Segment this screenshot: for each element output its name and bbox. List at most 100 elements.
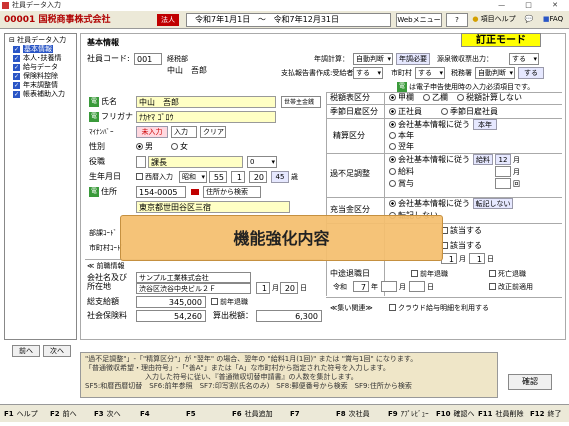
fkey-f12[interactable]: F12 終了 bbox=[530, 407, 562, 421]
help-icon[interactable]: ? bbox=[446, 13, 468, 27]
fkey-f6[interactable]: F6 社員追加 bbox=[232, 407, 273, 421]
fkey-f7[interactable]: F7 bbox=[290, 407, 303, 421]
faq-button[interactable]: ■FAQ bbox=[540, 13, 566, 27]
prev-retire-month[interactable]: 1 bbox=[256, 282, 270, 294]
postal-search-icon[interactable] bbox=[191, 189, 199, 195]
fkey-f4[interactable]: F4 bbox=[140, 407, 153, 421]
employee-code-status: 経税部 bbox=[167, 55, 188, 63]
birth-month-field[interactable]: 1 bbox=[231, 171, 245, 183]
social-ins-field[interactable]: 54,260 bbox=[136, 310, 206, 322]
mynumber-clear-button[interactable]: クリア bbox=[200, 126, 226, 138]
sidebar-next-button[interactable]: 次へ bbox=[43, 345, 71, 357]
sidebar-item-salary[interactable]: ✓ 給与データ bbox=[13, 63, 58, 72]
city-select[interactable]: する bbox=[415, 67, 445, 79]
tax-none-radio[interactable]: 税額計算しない bbox=[457, 92, 522, 104]
employee-code-field[interactable]: 001 bbox=[134, 53, 162, 65]
mynumber-input-button[interactable]: 入力 bbox=[171, 126, 197, 138]
shortfall-follow-radio[interactable]: 会社基本情報に従う bbox=[389, 154, 470, 166]
sidebar-item-forms[interactable]: ✓ 帳表補助入力 bbox=[13, 90, 65, 99]
prev-company-name-field[interactable]: サンプル工業株式会社 bbox=[136, 272, 251, 283]
birth-era-select[interactable]: 昭和 bbox=[179, 171, 207, 183]
top-toolbar: 00001 国税商事株式会社 法人 令和7年1月1日 ～ 令和7年12月31日 … bbox=[0, 11, 569, 29]
sidebar-prev-button[interactable]: 前へ bbox=[12, 345, 40, 357]
position-select[interactable]: 0 bbox=[247, 156, 277, 168]
birth-day-field[interactable]: 20 bbox=[249, 171, 267, 183]
sidebar-item-basic[interactable]: ✓ 基本情報 bbox=[13, 45, 53, 54]
retire-correction-checkbox[interactable]: 改正前適用 bbox=[489, 281, 533, 293]
tax-kou-radio[interactable]: 甲欄 bbox=[389, 92, 414, 104]
shortfall-pay-month[interactable] bbox=[495, 166, 511, 177]
sidebar-item-insurance[interactable]: ✓ 保険料控除 bbox=[13, 72, 58, 81]
date-day-field[interactable]: 1 bbox=[469, 253, 485, 264]
retire-year-unit: 年 bbox=[371, 283, 378, 291]
prev-nencho-checkbox[interactable]: 前年退職 bbox=[211, 296, 248, 308]
corp-type-badge: 法人 bbox=[157, 14, 179, 26]
shortfall-bonus-count[interactable] bbox=[495, 178, 511, 189]
shortfall-month: 12 bbox=[495, 154, 511, 165]
fkey-f3[interactable]: F3 次へ bbox=[94, 407, 121, 421]
name-field[interactable]: 中山 吾郎 bbox=[136, 96, 276, 108]
retire-death-checkbox[interactable]: 死亡退職 bbox=[489, 268, 526, 280]
tax-field[interactable]: 6,300 bbox=[256, 310, 322, 322]
position-code-field[interactable] bbox=[136, 156, 146, 168]
window-controls[interactable]: — □ ✕ bbox=[498, 0, 567, 11]
chat-icon[interactable]: 💬 bbox=[520, 13, 538, 27]
fkey-f10[interactable]: F10 確認へ bbox=[436, 407, 475, 421]
address-field[interactable]: 東京都世田谷区三宿 bbox=[136, 201, 290, 213]
address-search-button[interactable]: 住所から検索 bbox=[203, 186, 261, 198]
apply2-checkbox[interactable]: 該当する bbox=[441, 240, 482, 252]
zeimusho-select[interactable]: 自動判断 bbox=[475, 67, 515, 79]
shiharai-select[interactable]: する bbox=[353, 67, 383, 79]
retire-year-field[interactable]: 7 bbox=[353, 281, 369, 292]
household-button[interactable]: 世帯主金銭 bbox=[281, 96, 321, 108]
shortfall-bonus-radio[interactable]: 賞与 bbox=[389, 178, 414, 190]
retire-prev-checkbox[interactable]: 前年退職 bbox=[411, 268, 448, 280]
shortfall-label: 過不足調整 bbox=[330, 169, 370, 178]
allocation-follow-radio[interactable]: 会社基本情報に従う bbox=[389, 198, 470, 210]
season-regular-radio[interactable]: 正社員 bbox=[389, 106, 422, 118]
date-month-field[interactable]: 1 bbox=[441, 253, 457, 264]
total-pay-field[interactable]: 345,000 bbox=[136, 296, 206, 308]
feature-enhancement-banner: 機能強化内容 bbox=[120, 215, 443, 261]
window-titlebar: 社員データ入力 — □ ✕ bbox=[0, 0, 569, 11]
gensen-select[interactable]: する bbox=[509, 53, 539, 65]
required-icon: 電 bbox=[89, 112, 99, 122]
calc-next-radio[interactable]: 翌年 bbox=[389, 141, 414, 153]
fkey-f8[interactable]: F8 次社員 bbox=[336, 407, 370, 421]
position-field[interactable]: 課長 bbox=[148, 156, 243, 168]
web-menu-button[interactable]: Webメニュー bbox=[396, 13, 442, 27]
sidebar-item-nencho[interactable]: ✓ 年末調整情 bbox=[13, 81, 58, 90]
nenkei-select[interactable]: 自動判断 bbox=[353, 53, 393, 65]
shortfall-pay-unit: 月 bbox=[513, 168, 520, 176]
birth-year-field[interactable]: 55 bbox=[209, 171, 227, 183]
apply1-checkbox[interactable]: 該当する bbox=[441, 225, 482, 237]
mynumber-label: ﾏｲﾅﾝﾊﾞｰ bbox=[89, 128, 114, 136]
fkey-f1[interactable]: F1 ヘルプ bbox=[4, 407, 38, 421]
correction-mode-badge: 訂正モード bbox=[461, 33, 541, 47]
zip-field[interactable]: 154-0005 bbox=[136, 186, 186, 198]
retire-month-field[interactable] bbox=[381, 281, 397, 292]
western-checkbox[interactable]: 西暦入力 bbox=[136, 171, 173, 183]
mynumber-status: 未入力 bbox=[136, 126, 168, 138]
gender-female-radio[interactable]: 女 bbox=[171, 141, 188, 153]
season-daily-radio[interactable]: 季節日雇社員 bbox=[441, 106, 498, 118]
prev-company-addr-field[interactable]: 渋谷区渋谷中央ビル２Ｆ bbox=[136, 283, 251, 294]
sidebar-item-family[interactable]: ✓ 本人･扶養情 bbox=[13, 54, 62, 63]
fkey-f5[interactable]: F5 bbox=[186, 407, 199, 421]
calc-follow-value: 本年 bbox=[473, 119, 497, 130]
furigana-field[interactable]: ﾅｶﾔﾏ ｺﾞﾛｳ bbox=[136, 111, 276, 123]
gender-male-radio[interactable]: 男 bbox=[136, 141, 153, 153]
fkey-f11[interactable]: F11 社員削除 bbox=[478, 407, 524, 421]
shortfall-pay-radio[interactable]: 給料 bbox=[389, 166, 414, 178]
employee-code-label: 社員コード: bbox=[87, 54, 130, 63]
fkey-f2[interactable]: F2 前へ bbox=[50, 407, 77, 421]
cloud-payslip-checkbox[interactable]: クラウド給与明細を利用する bbox=[389, 302, 489, 314]
retire-day-field[interactable] bbox=[409, 281, 425, 292]
fkey-f9[interactable]: F9 ｱﾌﾟﾚﾋﾞｭｰ bbox=[388, 407, 429, 421]
confirm-button[interactable]: 確認 bbox=[508, 374, 552, 390]
retire-day-unit: 日 bbox=[427, 283, 434, 291]
item-help-button[interactable]: ● 項目ヘルプ bbox=[472, 13, 516, 27]
tree-root[interactable]: ⊟ 社員データ入力 bbox=[9, 36, 66, 45]
tax-otsu-radio[interactable]: 乙欄 bbox=[423, 92, 448, 104]
prev-retire-day[interactable]: 20 bbox=[280, 282, 298, 294]
